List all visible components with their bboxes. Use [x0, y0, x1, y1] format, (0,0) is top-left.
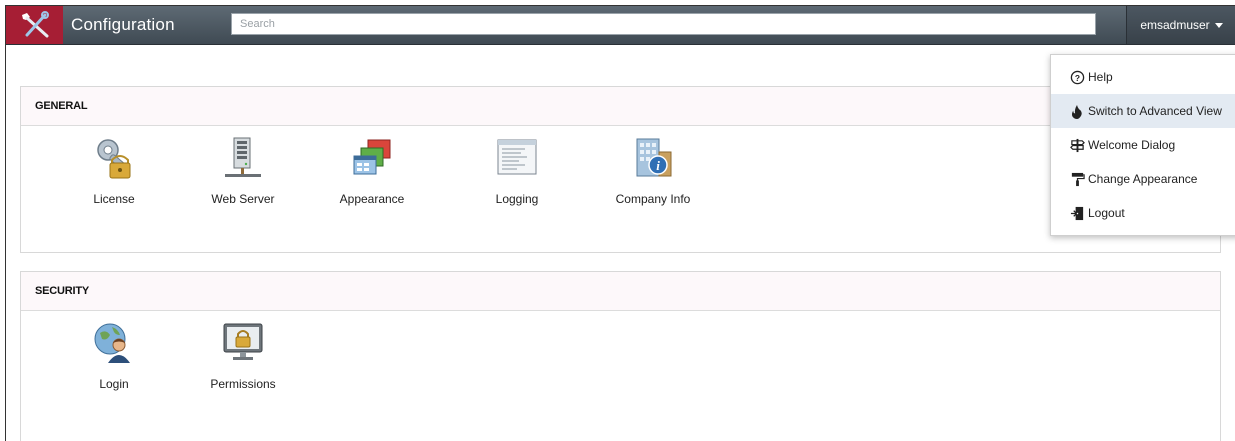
company-info-tile[interactable]: i Company Info [593, 136, 713, 206]
tile-label: Appearance [339, 192, 405, 206]
menu-item-welcome-dialog[interactable]: Welcome Dialog [1051, 128, 1235, 162]
section-title: GENERAL [21, 87, 1220, 126]
search-input[interactable] [231, 13, 1096, 35]
windows-icon [353, 139, 391, 175]
user-globe-icon [94, 323, 130, 363]
menu-item-change-appearance[interactable]: Change Appearance [1051, 162, 1235, 196]
menu-item-label: Change Appearance [1088, 172, 1198, 186]
tile-label: License [93, 192, 135, 206]
app-frame: Configuration emsadmuser GENERAL License [5, 5, 1235, 441]
general-tiles: License Web Server Appearance Logging i … [21, 126, 1220, 251]
tile-label: Web Server [211, 192, 275, 206]
caret-down-icon [1214, 23, 1223, 28]
server-icon [225, 137, 261, 177]
general-section: GENERAL License Web Server Appearance Lo… [20, 86, 1221, 253]
license-tile[interactable]: License [54, 136, 174, 206]
menu-item-label: Switch to Advanced View [1088, 104, 1222, 118]
appearance-tile[interactable]: Appearance [312, 136, 432, 206]
logout-door-icon [1069, 205, 1085, 221]
top-bar: Configuration emsadmuser [6, 6, 1235, 45]
app-title: Configuration [71, 15, 175, 34]
tile-label: Company Info [615, 192, 691, 206]
web-server-tile[interactable]: Web Server [183, 136, 303, 206]
menu-item-logout[interactable]: Logout [1051, 196, 1235, 230]
svg-text:i: i [656, 158, 660, 173]
menu-item-label: Welcome Dialog [1088, 138, 1176, 152]
security-tiles: Login Permissions [21, 311, 1220, 436]
menu-item-switch-advanced-view[interactable]: Switch to Advanced View [1051, 94, 1235, 128]
permissions-tile[interactable]: Permissions [183, 321, 303, 391]
menu-item-help[interactable]: ? Help [1051, 60, 1235, 94]
user-name: emsadmuser [1140, 18, 1210, 32]
security-section: SECURITY Login Permissions [20, 271, 1221, 441]
tile-label: Permissions [210, 377, 276, 391]
tools-icon [21, 11, 49, 38]
paint-roller-icon [1069, 171, 1085, 187]
section-title: SECURITY [21, 272, 1220, 311]
login-tile[interactable]: Login [54, 321, 174, 391]
key-lock-icon [97, 139, 131, 179]
svg-text:?: ? [1074, 72, 1079, 82]
building-info-icon: i [636, 138, 672, 177]
signpost-icon [1069, 137, 1085, 153]
tile-label: Logging [495, 192, 539, 206]
tile-label: Login [99, 377, 129, 391]
flame-icon [1069, 103, 1085, 119]
user-menu-button[interactable]: emsadmuser [1126, 6, 1235, 44]
user-dropdown-menu: ? Help Switch to Advanced View Welcome D… [1050, 54, 1235, 236]
log-document-icon [497, 139, 537, 175]
menu-item-label: Help [1088, 70, 1113, 84]
logging-tile[interactable]: Logging [457, 136, 577, 206]
help-circle-icon: ? [1069, 69, 1085, 85]
app-logo[interactable] [6, 6, 63, 44]
menu-item-label: Logout [1088, 206, 1125, 220]
monitor-lock-icon [223, 323, 263, 360]
